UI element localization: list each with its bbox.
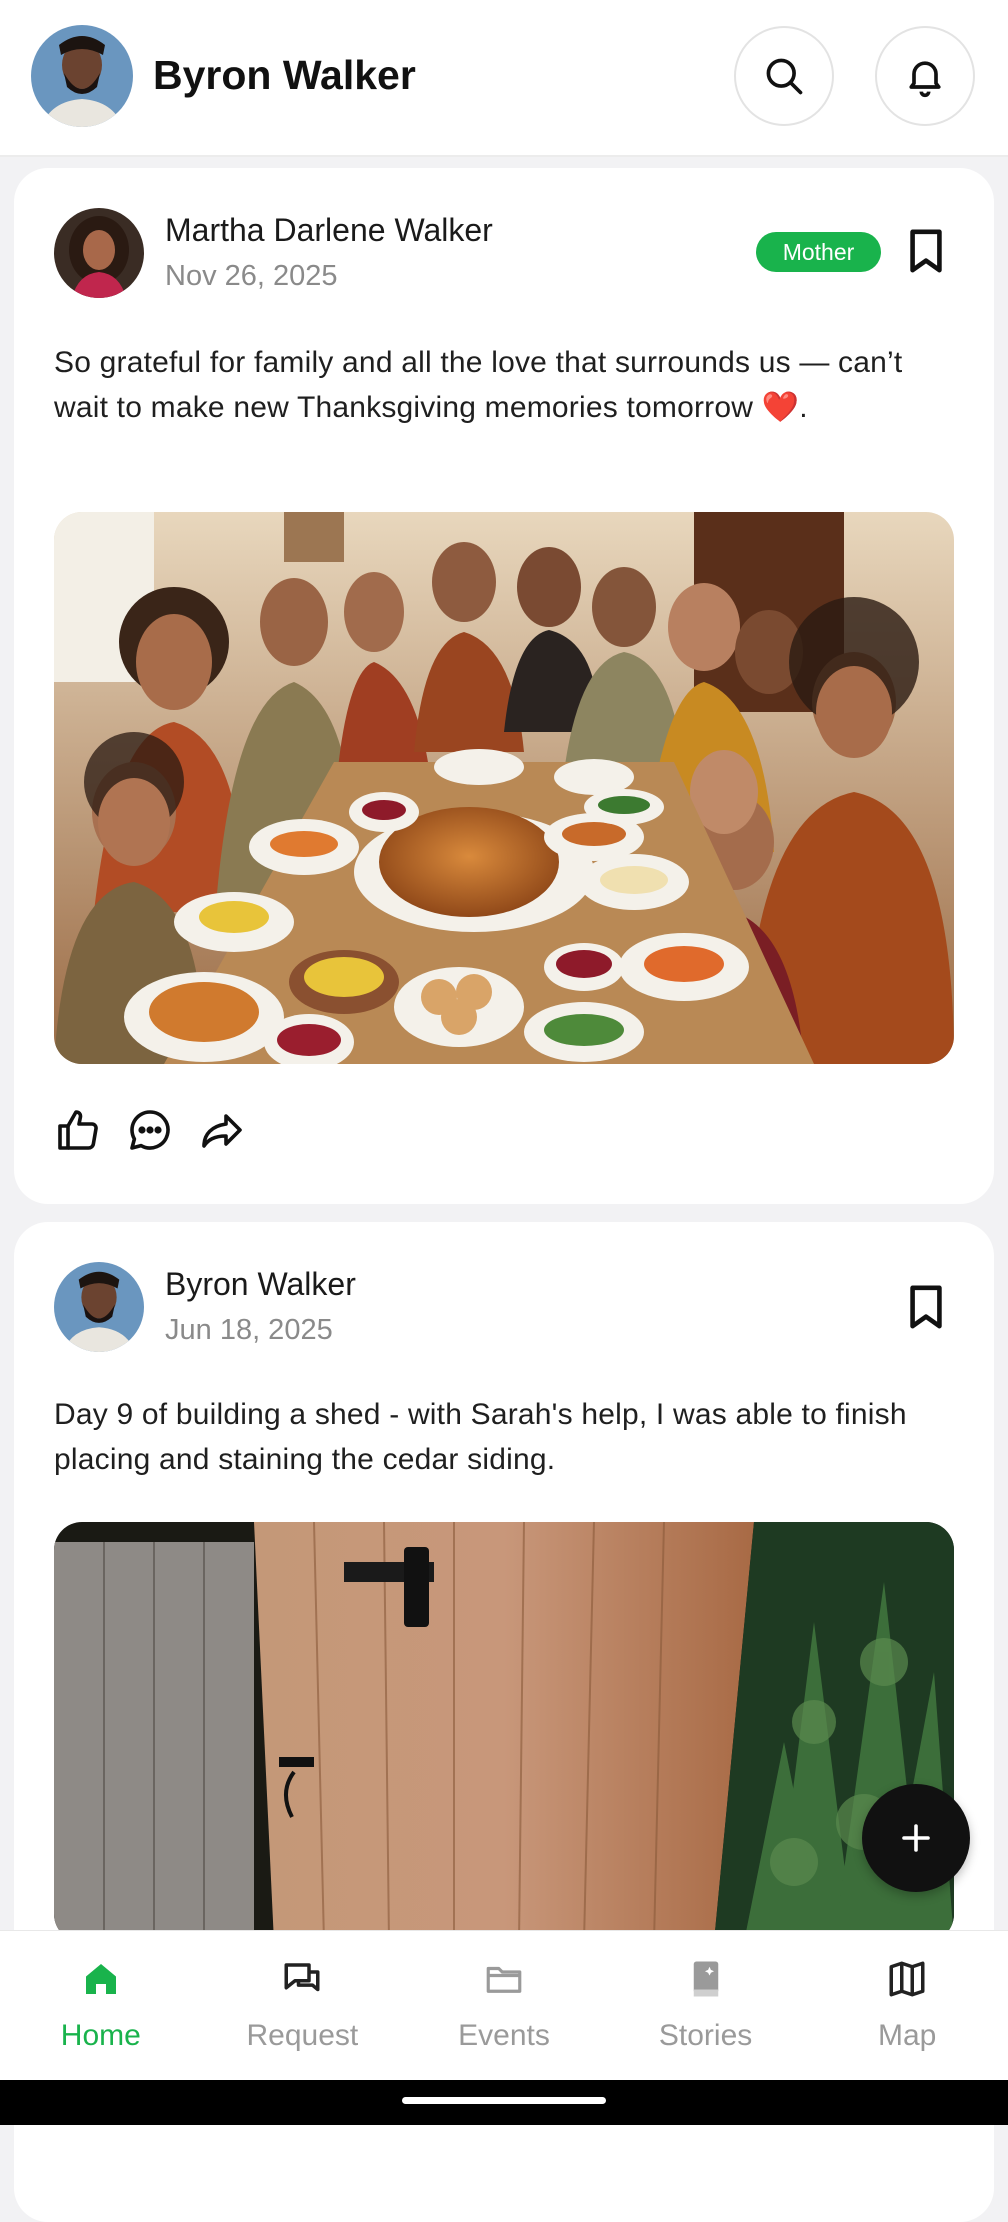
post-date: Jun 18, 2025 — [165, 1314, 333, 1346]
book-icon — [693, 1961, 718, 1997]
comment-button[interactable] — [126, 1106, 174, 1154]
nav-stories[interactable]: Stories — [605, 1931, 807, 2081]
author-avatar[interactable] — [54, 1262, 144, 1352]
bookmark-icon — [910, 1285, 942, 1329]
post-date: Nov 26, 2025 — [165, 260, 338, 292]
post-photo[interactable] — [54, 1522, 954, 1942]
app-header: Byron Walker — [0, 0, 1008, 157]
post-text: So grateful for family and all the love … — [54, 346, 903, 424]
search-icon — [766, 58, 803, 95]
add-post-button[interactable] — [862, 1784, 970, 1892]
nav-request[interactable]: Request — [202, 1931, 404, 2081]
post-text: Day 9 of building a shed - with Sarah's … — [54, 1398, 907, 1476]
system-navigation-bar — [0, 2080, 1008, 2125]
chat-bubbles-icon — [284, 1963, 320, 1992]
thumbs-up-icon — [58, 1110, 98, 1150]
home-indicator[interactable] — [402, 2097, 606, 2104]
like-button[interactable] — [54, 1106, 102, 1154]
relationship-badge: Mother — [756, 232, 881, 272]
nav-label: Home — [60, 2019, 141, 2052]
nav-label: Events — [458, 2019, 550, 2052]
bookmark-icon — [910, 229, 942, 273]
share-arrow-icon — [202, 1114, 242, 1148]
post-actions — [54, 1106, 246, 1154]
folder-icon — [486, 1966, 522, 1993]
author-avatar[interactable] — [54, 208, 144, 298]
bookmark-button[interactable] — [906, 1284, 946, 1330]
comment-icon — [130, 1110, 170, 1150]
nav-map[interactable]: Map — [806, 1931, 1008, 2081]
post-author[interactable]: Byron Walker — [165, 1266, 356, 1303]
search-button[interactable] — [734, 26, 834, 126]
post-photo[interactable] — [54, 512, 954, 1064]
nav-home[interactable]: Home — [0, 1931, 202, 2081]
bookmark-button[interactable] — [906, 228, 946, 274]
share-button[interactable] — [198, 1106, 246, 1154]
post-author[interactable]: Martha Darlene Walker — [165, 212, 493, 249]
post-card: Martha Darlene Walker Nov 26, 2025 Mothe… — [14, 168, 994, 1204]
user-name: Byron Walker — [153, 52, 416, 98]
nav-events[interactable]: Events — [403, 1931, 605, 2081]
nav-label: Stories — [658, 2019, 753, 2052]
plus-icon — [902, 1824, 930, 1852]
bottom-nav: Home Request Events Stories Map — [0, 1930, 1008, 2081]
bell-icon — [909, 61, 941, 98]
map-icon — [889, 1961, 925, 1997]
nav-label: Request — [246, 2019, 359, 2052]
home-icon — [85, 1964, 116, 1994]
notifications-button[interactable] — [875, 26, 975, 126]
profile-avatar[interactable] — [31, 25, 133, 127]
nav-label: Map — [877, 2019, 937, 2052]
